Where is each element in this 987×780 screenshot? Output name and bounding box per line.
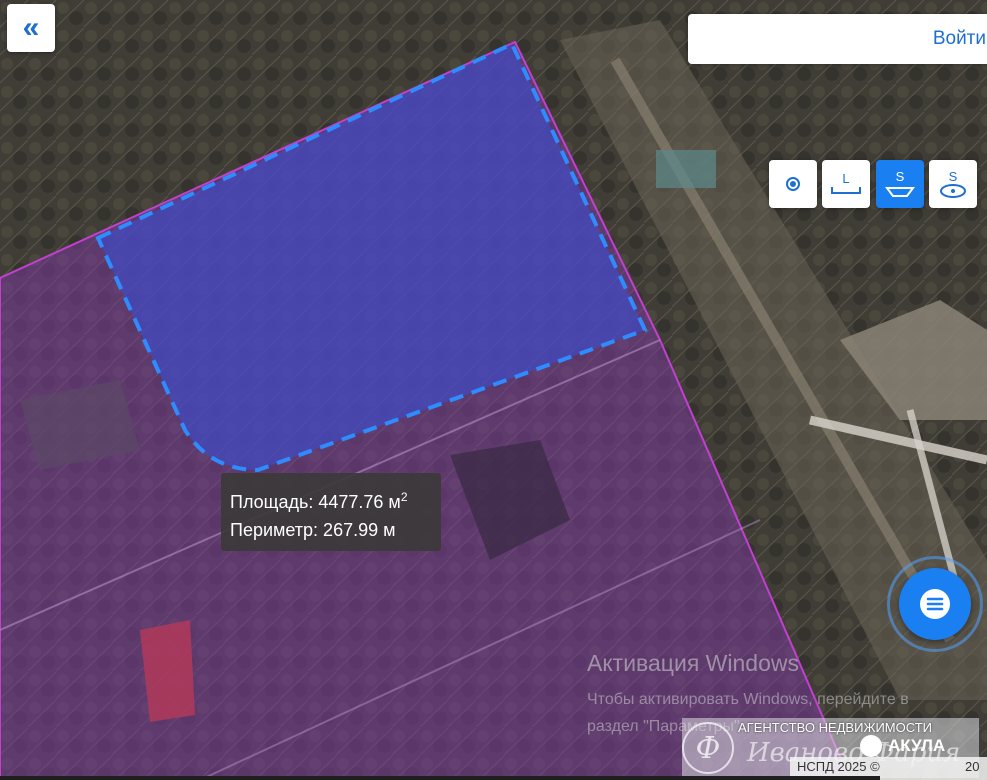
akula-label: АКУЛА [888, 736, 946, 755]
agency-logo: Ф [682, 722, 734, 774]
map-structure [656, 150, 716, 188]
tool-length-label: L [842, 171, 849, 186]
login-button[interactable]: Войти [933, 28, 986, 50]
collapse-panel-button[interactable]: « [7, 4, 55, 52]
tool-length-measure-button[interactable]: L [822, 160, 870, 208]
map-bottom-border [0, 776, 880, 780]
tool-area-measure-button[interactable]: S [876, 160, 924, 208]
area-readout: Площадь: 4477.76 м2 [230, 490, 408, 512]
tool-circle-area-measure-button[interactable]: S [929, 160, 977, 208]
chat-button[interactable] [899, 568, 971, 640]
point-measure-icon [786, 177, 800, 191]
perimeter-readout: Периметр: 267.99 м [230, 520, 396, 540]
circle-area-measure-icon: S [940, 169, 966, 198]
area-measure-icon: S [885, 169, 915, 197]
length-measure-icon: L [831, 171, 861, 194]
satellite-map[interactable] [0, 0, 987, 780]
map-copyright: НСПД 2025 © [797, 759, 880, 774]
double-chevron-left-icon: « [22, 11, 40, 44]
chat-icon [920, 589, 950, 619]
windows-activation-title: Активация Windows [587, 650, 799, 676]
akula-logo-icon [860, 735, 882, 757]
measurement-tooltip: Площадь: 4477.76 м2 Периметр: 267.99 м [221, 473, 441, 551]
akula-brand: АКУЛА [860, 732, 945, 760]
tool-circle-label: S [949, 169, 958, 184]
map-scale-label: 20 [965, 759, 980, 774]
login-box[interactable]: Войти [688, 14, 987, 64]
tool-area-label: S [896, 169, 905, 184]
tool-point-measure-button[interactable] [769, 160, 817, 208]
